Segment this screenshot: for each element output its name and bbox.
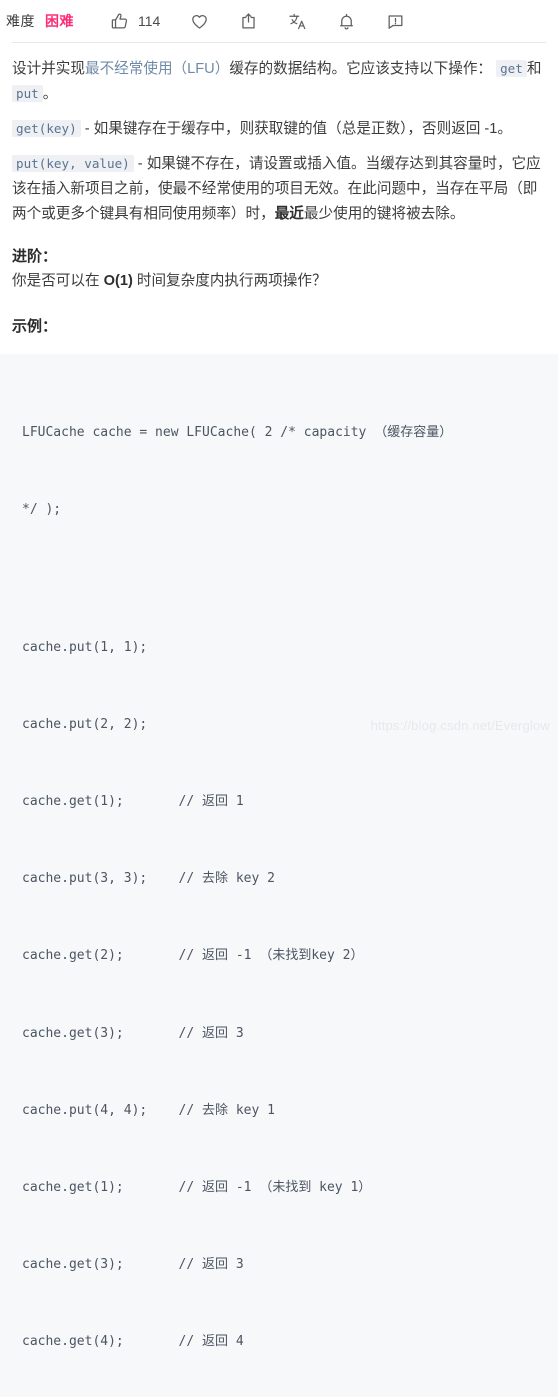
example-code-block: LFUCache cache = new LFUCache( 2 /* capa… bbox=[0, 354, 558, 1397]
code-line: cache.put(2, 2); bbox=[22, 716, 148, 732]
notification-button[interactable] bbox=[337, 12, 356, 31]
inline-code-put-key-value: put(key, value) bbox=[12, 155, 134, 173]
difficulty-label: 难度 bbox=[6, 13, 35, 29]
like-count: 114 bbox=[138, 13, 161, 29]
code-line: cache.get(1); // 返回 -1 （未找到 key 1） bbox=[22, 1180, 372, 1196]
code-line: cache.put(3, 3); // 去除 key 2 bbox=[22, 871, 275, 887]
put-description-b: 最少使用的键将被去除。 bbox=[303, 206, 465, 223]
paragraph-get: get(key) - 如果键存在于缓存中，则获取键的值（总是正数），否则返回 -… bbox=[12, 117, 546, 142]
translate-icon bbox=[288, 12, 307, 31]
like-button[interactable]: 114 bbox=[110, 12, 160, 31]
example-heading: 示例： bbox=[12, 318, 58, 336]
inline-code-get-key: get(key) bbox=[12, 120, 81, 138]
code-line: cache.get(3); // 返回 3 bbox=[22, 1257, 244, 1273]
feedback-button[interactable] bbox=[386, 12, 405, 31]
advanced-heading: 进阶： bbox=[12, 247, 58, 265]
share-button[interactable] bbox=[239, 12, 258, 31]
favorite-button[interactable] bbox=[190, 12, 209, 31]
intro-text-after: 缓存的数据结构。它应该支持以下操作： bbox=[229, 61, 493, 77]
code-line: cache.put(1, 1); bbox=[22, 639, 148, 655]
difficulty-badge: 困难 bbox=[45, 13, 74, 29]
article-toolbar: 难度 困难 114 bbox=[0, 0, 558, 42]
thumbs-up-icon bbox=[110, 12, 129, 31]
share-icon bbox=[239, 12, 258, 31]
inline-code-put: put bbox=[12, 85, 43, 103]
code-line: cache.get(1); // 返回 1 bbox=[22, 794, 244, 809]
get-description: - 如果键存在于缓存中，则获取键的值（总是正数），否则返回 -1。 bbox=[84, 121, 513, 138]
advanced-text-b: 时间复杂度内执行两项操作？ bbox=[132, 273, 327, 290]
code-line: cache.put(4, 4); // 去除 key 1 bbox=[22, 1102, 275, 1118]
code-line: cache.get(2); // 返回 -1 （未找到key 2） bbox=[22, 948, 364, 964]
translate-button[interactable] bbox=[288, 12, 307, 31]
intro-text-before: 设计并实现 bbox=[12, 61, 85, 77]
heart-icon bbox=[190, 12, 209, 31]
lfu-link[interactable]: 最不经常使用（LFU） bbox=[85, 61, 229, 77]
intro-conjunction: 和 bbox=[526, 61, 542, 77]
problem-description: 设计并实现最不经常使用（LFU）缓存的数据结构。它应该支持以下操作： get 和 p… bbox=[0, 43, 558, 340]
code-line: */ ); bbox=[22, 501, 62, 517]
advanced-text-a: 你是否可以在 bbox=[12, 273, 104, 290]
paragraph-intro: 设计并实现最不经常使用（LFU）缓存的数据结构。它应该支持以下操作： get 和 p… bbox=[12, 57, 546, 107]
comment-icon bbox=[386, 12, 405, 31]
bell-icon bbox=[337, 12, 356, 31]
inline-code-get: get bbox=[496, 60, 527, 77]
intro-period: 。 bbox=[42, 86, 58, 103]
advanced-text: 你是否可以在 O(1) 时间复杂度内执行两项操作？ bbox=[12, 269, 546, 294]
code-line: cache.get(4); // 返回 4 bbox=[22, 1334, 244, 1350]
paragraph-put: put(key, value) - 如果键不存在，请设置或插入值。当缓存达到其容… bbox=[12, 152, 546, 227]
put-description-bold: 最近 bbox=[274, 206, 304, 223]
code-line: LFUCache cache = new LFUCache( 2 /* capa… bbox=[22, 424, 453, 440]
advanced-complexity: O(1) bbox=[103, 273, 133, 290]
code-line: cache.get(3); // 返回 3 bbox=[22, 1025, 244, 1041]
